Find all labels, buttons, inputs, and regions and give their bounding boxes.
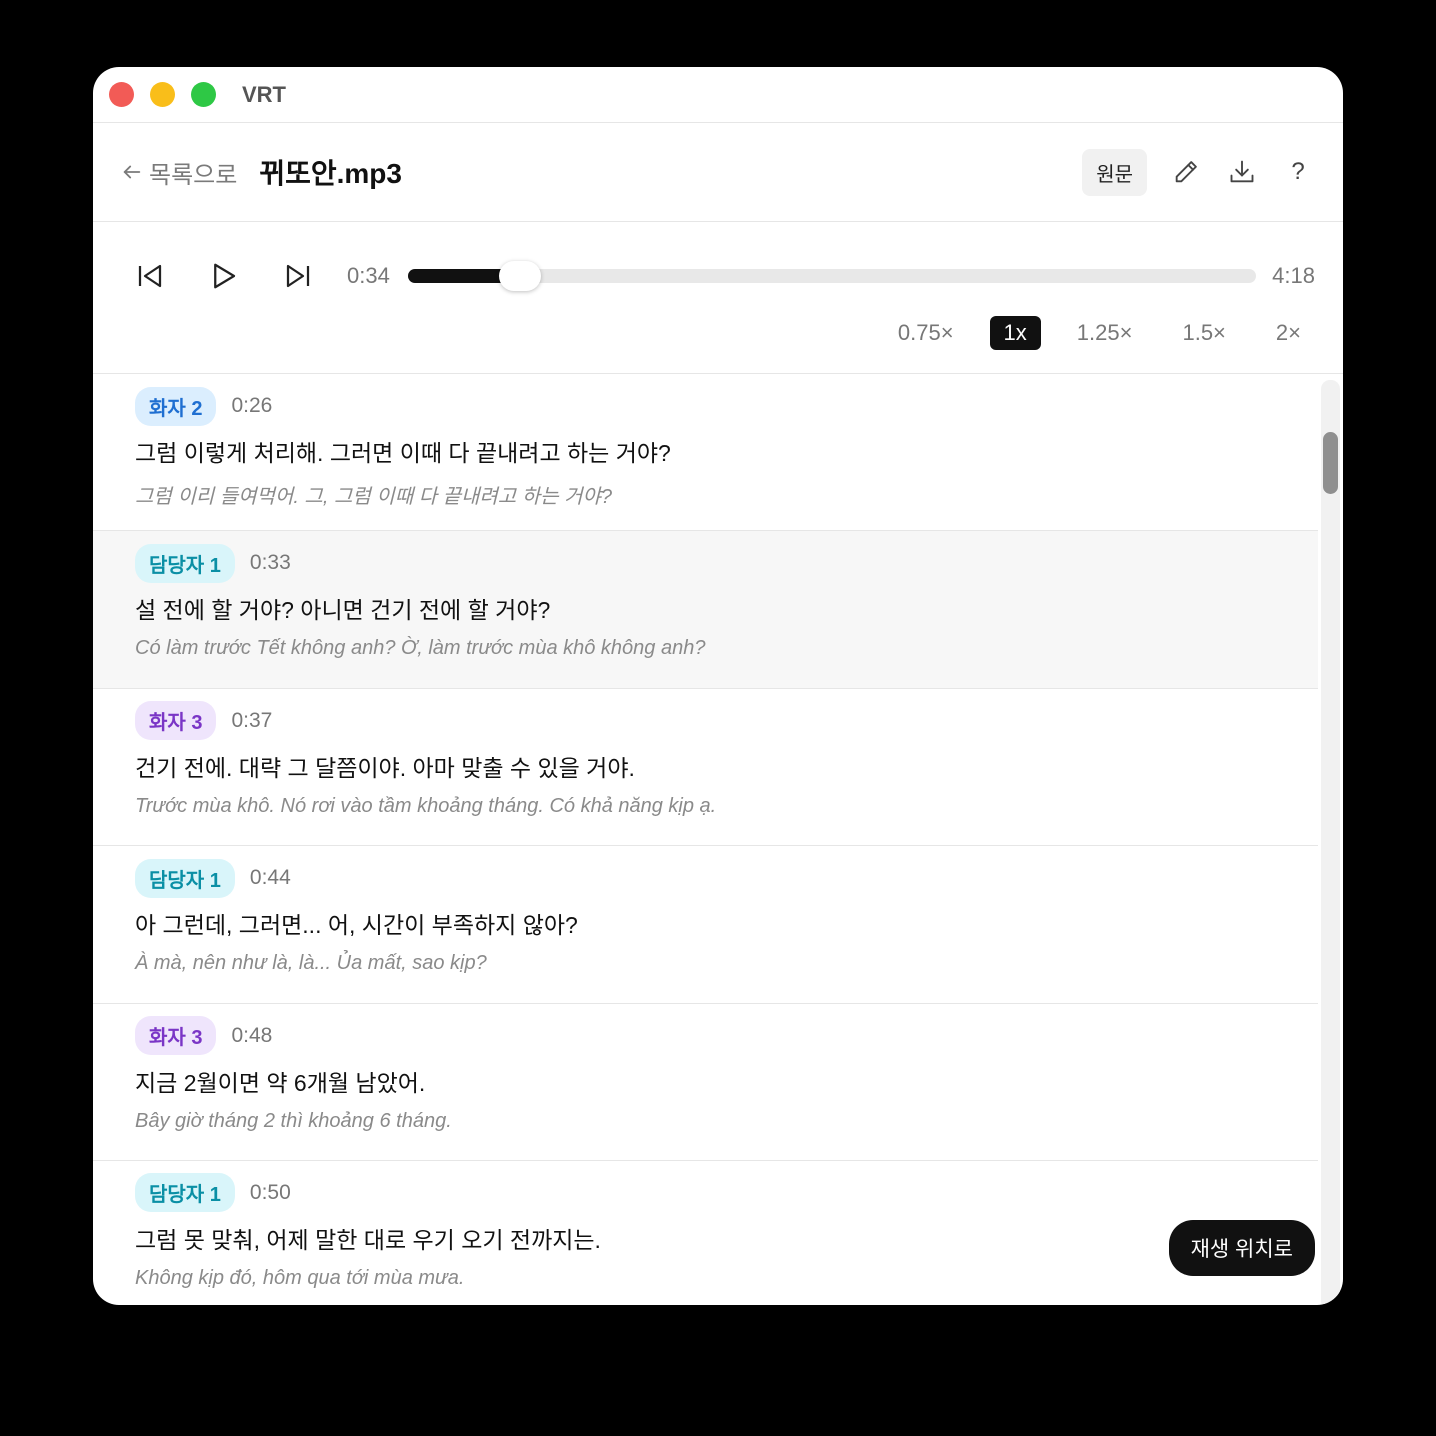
speaker-badge: 담당자 1 xyxy=(135,543,235,583)
segment-translation: À mà, nên như là, là... Ủa mất, sao kịp? xyxy=(135,952,487,975)
segment-timestamp[interactable]: 0:26 xyxy=(231,394,272,418)
segment-text: 설 전에 할 거야? 아니면 건기 전에 할 거야? xyxy=(135,597,551,624)
app-title: VRT xyxy=(242,81,286,107)
total-time: 4:18 xyxy=(1272,263,1315,288)
speaker-badge: 담당자 1 xyxy=(135,1173,235,1213)
skip-back-button[interactable] xyxy=(133,259,167,293)
segment-timestamp[interactable]: 0:48 xyxy=(231,1024,272,1048)
segment-translation: 그럼 이리 들여먹어. 그, 그럼 이때 다 끝내려고 하는 거야? xyxy=(135,486,613,508)
edit-button[interactable] xyxy=(1169,155,1203,189)
app-window: VRT 목록으로 뀌또안.mp3 원문 ? 0:34 4:18 0.75× 1x… xyxy=(93,67,1343,1305)
title-bar: VRT xyxy=(93,67,1343,123)
file-header: 목록으로 뀌또안.mp3 원문 ? xyxy=(93,123,1343,222)
progress-knob[interactable] xyxy=(498,261,541,291)
scrollbar-thumb[interactable] xyxy=(1323,432,1338,494)
segment-timestamp[interactable]: 0:37 xyxy=(231,709,272,733)
segment-translation: Không kịp đó, hôm qua tới mùa mưa. xyxy=(135,1266,465,1289)
transcript-segment[interactable]: 담당자 1 0:44 아 그런데, 그러면... 어, 시간이 부족하지 않아? À … xyxy=(93,846,1318,1004)
segment-text: 그럼 이렇게 처리해. 그러면 이때 다 끝내려고 하는 거야? xyxy=(135,440,671,466)
scrollbar[interactable] xyxy=(1321,380,1340,1304)
progress-slider[interactable] xyxy=(407,261,1257,291)
segment-translation: Bây giờ tháng 2 thì khoảng 6 tháng. xyxy=(135,1109,452,1132)
transcript-segment[interactable]: 화자 3 0:37 건기 전에. 대략 그 달쯤이야. 아마 맞출 수 있을 거야.… xyxy=(93,689,1318,847)
speed-option[interactable]: 2× xyxy=(1262,316,1315,350)
back-button[interactable]: 목록으로 xyxy=(121,155,237,190)
segment-timestamp[interactable]: 0:33 xyxy=(250,551,291,575)
skip-forward-button[interactable] xyxy=(281,259,315,293)
segment-translation: Trước mùa khô. Nó rơi vào tầm khoảng thá… xyxy=(135,794,717,817)
arrow-left-icon xyxy=(123,165,141,179)
segment-timestamp[interactable]: 0:44 xyxy=(250,866,291,890)
audio-player: 0:34 4:18 0.75× 1x 1.25× 1.5× 2× xyxy=(93,222,1343,374)
close-window-button[interactable] xyxy=(109,82,134,107)
segment-text: 아 그런데, 그러면... 어, 시간이 부족하지 않아? xyxy=(135,912,578,939)
pencil-icon xyxy=(1175,161,1197,183)
segment-text: 건기 전에. 대략 그 달쯤이야. 아마 맞출 수 있을 거야. xyxy=(135,754,635,781)
transcript-segment[interactable]: 담당자 1 0:50 그럼 못 맞춰, 어제 말한 대로 우기 오기 전까지는. Kh… xyxy=(93,1161,1318,1304)
download-button[interactable] xyxy=(1225,155,1259,189)
skip-forward-icon xyxy=(286,264,310,288)
jump-to-playhead-button[interactable]: 재생 위치로 xyxy=(1168,1220,1315,1276)
back-label: 목록으로 xyxy=(149,161,238,189)
speaker-badge: 화자 3 xyxy=(135,1016,217,1056)
segment-text: 지금 2월이면 약 6개월 남았어. xyxy=(135,1069,426,1096)
transcript-list: 화자 2 0:26 그럼 이렇게 처리해. 그러면 이때 다 끝내려고 하는 거야?… xyxy=(93,374,1343,1304)
speed-option[interactable]: 1x xyxy=(989,316,1041,350)
speaker-badge: 담당자 1 xyxy=(135,858,235,898)
transcript-segment[interactable]: 화자 2 0:26 그럼 이렇게 처리해. 그러면 이때 다 끝내려고 하는 거야?… xyxy=(93,374,1318,532)
file-title: 뀌또안.mp3 xyxy=(259,158,402,189)
original-text-button[interactable]: 원문 xyxy=(1082,148,1147,196)
skip-back-icon xyxy=(138,264,162,288)
help-button[interactable]: ? xyxy=(1281,155,1315,189)
speaker-badge: 화자 2 xyxy=(135,386,217,426)
current-time: 0:34 xyxy=(347,263,390,288)
speed-option[interactable]: 1.25× xyxy=(1063,316,1147,350)
play-button[interactable] xyxy=(207,259,241,293)
download-icon xyxy=(1230,160,1254,183)
play-icon xyxy=(214,263,236,289)
speed-selector: 0.75× 1x 1.25× 1.5× 2× xyxy=(862,316,1315,350)
transcript-segment[interactable]: 화자 3 0:48 지금 2월이면 약 6개월 남았어. Bây giờ tháng … xyxy=(93,1004,1318,1161)
speed-option[interactable]: 1.5× xyxy=(1168,316,1239,350)
speaker-badge: 화자 3 xyxy=(135,701,217,741)
segment-translation: Có làm trước Tết không anh? Ờ, làm trước… xyxy=(135,637,706,660)
segment-timestamp[interactable]: 0:50 xyxy=(250,1181,291,1205)
minimize-window-button[interactable] xyxy=(150,82,175,107)
maximize-window-button[interactable] xyxy=(191,82,216,107)
segment-text: 그럼 못 맞춰, 어제 말한 대로 우기 오기 전까지는. xyxy=(135,1226,601,1253)
transcript-segment[interactable]: 담당자 1 0:33 설 전에 할 거야? 아니면 건기 전에 할 거야? Có là… xyxy=(93,531,1318,689)
speed-option[interactable]: 0.75× xyxy=(884,316,968,350)
